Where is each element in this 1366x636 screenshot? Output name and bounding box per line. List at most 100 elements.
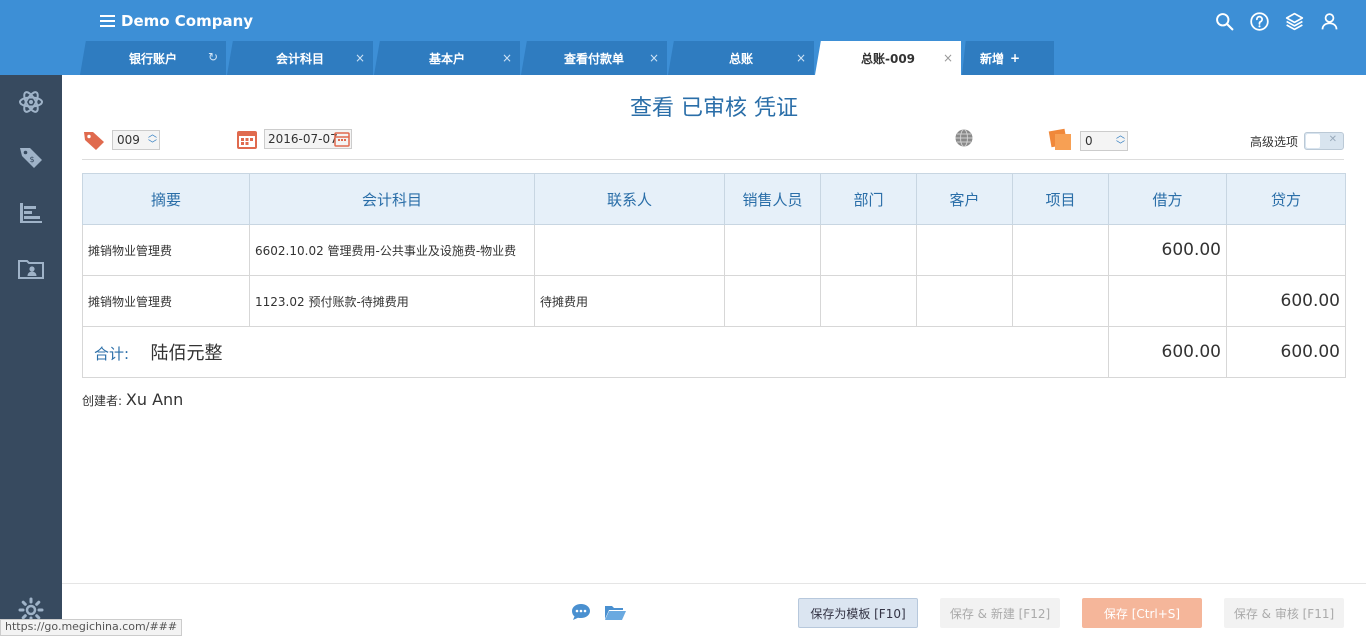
sidebar: $ — [0, 75, 62, 636]
layers-icon[interactable] — [1284, 11, 1305, 32]
close-icon[interactable]: × — [502, 51, 512, 65]
cell-project[interactable] — [1012, 224, 1109, 276]
col-customer: 客户 — [916, 173, 1013, 225]
tab-chart-of-accounts[interactable]: 会计科目 × — [227, 41, 373, 75]
voucher-date-field: 2016-07-07 — [236, 128, 352, 150]
save-as-template-button[interactable]: 保存为模板 [F10] — [798, 598, 918, 628]
tab-view-payment[interactable]: 查看付款单 × — [521, 41, 667, 75]
cell-salesperson[interactable] — [724, 224, 821, 276]
attachments-value: 0 — [1085, 134, 1093, 148]
col-summary: 摘要 — [82, 173, 250, 225]
col-debit: 借方 — [1108, 173, 1227, 225]
tab-general-ledger[interactable]: 总账 × — [668, 41, 814, 75]
help-icon[interactable] — [1249, 11, 1270, 32]
advanced-options-label: 高级选项 — [1249, 134, 1298, 149]
table-row[interactable]: 摊销物业管理费 6602.10.02 管理费用-公共事业及设施费-物业费 600… — [82, 224, 1346, 276]
voucher-meta: 009 ︿ ﹀ 2016-07-07 0 ︿ ﹀ 高级选项 ✕ — [82, 124, 1344, 160]
voucher-number-field: 009 ︿ ﹀ — [82, 128, 160, 152]
col-account: 会计科目 — [249, 173, 535, 225]
tab-new[interactable]: 新增 + — [962, 41, 1054, 75]
close-icon[interactable]: × — [943, 51, 953, 65]
tab-label: 基本户 — [428, 51, 465, 66]
comment-icon[interactable] — [570, 602, 592, 622]
atom-icon[interactable] — [16, 87, 46, 117]
tab-label: 总账-009 — [860, 51, 916, 66]
total-credit: 600.00 — [1226, 326, 1346, 378]
col-department: 部门 — [820, 173, 917, 225]
tab-bar: 银行账户 ↻ 会计科目 × 基本户 × 查看付款单 × 总账 × 总账-009 … — [80, 41, 1055, 75]
close-icon[interactable]: × — [796, 51, 806, 65]
calendar-icon[interactable] — [236, 128, 258, 150]
tag-icon — [84, 132, 104, 150]
tab-basic-account[interactable]: 基本户 × — [374, 41, 520, 75]
col-salesperson: 销售人员 — [724, 173, 821, 225]
spinner-arrows-icon[interactable]: ︿ ﹀ — [148, 130, 157, 150]
close-icon[interactable]: × — [649, 51, 659, 65]
search-icon[interactable] — [1214, 11, 1235, 32]
company-switcher[interactable]: Demo Company — [100, 12, 253, 30]
creator-label: 创建者: — [82, 394, 123, 408]
cell-account[interactable]: 6602.10.02 管理费用-公共事业及设施费-物业费 — [249, 224, 535, 276]
total-amount-words: 陆佰元整 — [150, 343, 223, 364]
globe-icon[interactable] — [954, 128, 974, 148]
cell-contact[interactable]: 待摊费用 — [534, 275, 725, 327]
globe-field — [954, 128, 974, 148]
table-row[interactable]: 摊销物业管理费 1123.02 预付账款-待摊费用 待摊费用 600.00 — [82, 275, 1346, 327]
chart-bars-icon[interactable] — [16, 198, 46, 228]
attachments-field: 0 ︿ ﹀ — [1048, 128, 1128, 154]
tab-label: 查看付款单 — [563, 51, 624, 66]
voucher-table: 摘要 会计科目 联系人 销售人员 部门 客户 项目 借方 贷方 摊销物业管理费 … — [82, 173, 1346, 378]
voucher-date-value: 2016-07-07 — [268, 132, 338, 146]
cell-contact[interactable] — [534, 224, 725, 276]
menu-icon[interactable] — [100, 15, 115, 27]
voucher-number-value: 009 — [117, 133, 140, 147]
folder-open-icon[interactable] — [604, 602, 626, 622]
tab-label: 新增 — [980, 51, 1005, 66]
svg-text:$: $ — [29, 155, 34, 164]
advanced-options: 高级选项 ✕ — [1250, 132, 1344, 150]
spinner-arrows-icon[interactable]: ︿ ﹀ — [1116, 131, 1125, 151]
cell-debit[interactable] — [1108, 275, 1227, 327]
tab-bank-accounts[interactable]: 银行账户 ↻ — [80, 41, 226, 75]
col-project: 项目 — [1012, 173, 1109, 225]
calendar-small-icon[interactable] — [334, 131, 350, 147]
close-icon[interactable]: × — [355, 51, 365, 65]
user-icon[interactable] — [1319, 11, 1340, 32]
cell-debit[interactable]: 600.00 — [1108, 224, 1227, 276]
cell-customer[interactable] — [916, 275, 1013, 327]
notes-icon[interactable] — [1048, 128, 1074, 154]
cell-credit[interactable] — [1226, 224, 1346, 276]
total-row: 合计: 陆佰元整 600.00 600.00 — [82, 326, 1346, 378]
cell-summary[interactable]: 摊销物业管理费 — [82, 275, 250, 327]
refresh-icon[interactable]: ↻ — [208, 50, 218, 64]
save-and-audit-button[interactable]: 保存 & 审核 [F11] — [1224, 598, 1344, 628]
top-icons — [1214, 11, 1340, 32]
folder-user-icon[interactable] — [16, 253, 46, 283]
plus-icon: + — [1010, 51, 1021, 65]
cell-credit[interactable]: 600.00 — [1226, 275, 1346, 327]
advanced-options-toggle[interactable]: ✕ — [1304, 132, 1344, 150]
tab-label: 银行账户 — [128, 51, 177, 66]
attachments-input[interactable]: 0 ︿ ﹀ — [1080, 131, 1128, 151]
footer-toolbar: 保存为模板 [F10] 保存 & 新建 [F12] 保存 [Ctrl+S] 保存… — [62, 583, 1366, 636]
cell-account[interactable]: 1123.02 预付账款-待摊费用 — [249, 275, 535, 327]
cell-project[interactable] — [1012, 275, 1109, 327]
total-label: 合计: — [94, 345, 130, 363]
creator-name: Xu Ann — [125, 390, 184, 409]
save-and-new-button[interactable]: 保存 & 新建 [F12] — [940, 598, 1060, 628]
cell-salesperson[interactable] — [724, 275, 821, 327]
total-cell: 合计: 陆佰元整 — [82, 326, 1109, 378]
voucher-number-input[interactable]: 009 ︿ ﹀ — [112, 130, 160, 150]
save-button[interactable]: 保存 [Ctrl+S] — [1082, 598, 1202, 628]
col-credit: 贷方 — [1226, 173, 1346, 225]
tab-label: 总账 — [728, 51, 753, 66]
cell-department[interactable] — [820, 275, 917, 327]
total-debit: 600.00 — [1108, 326, 1227, 378]
company-name: Demo Company — [121, 12, 254, 30]
tags-icon[interactable]: $ — [16, 142, 46, 172]
tab-general-ledger-009[interactable]: 总账-009 × — [815, 41, 961, 75]
cell-summary[interactable]: 摊销物业管理费 — [82, 224, 250, 276]
page-title: 查看 已审核 凭证 — [630, 96, 798, 121]
cell-department[interactable] — [820, 224, 917, 276]
cell-customer[interactable] — [916, 224, 1013, 276]
